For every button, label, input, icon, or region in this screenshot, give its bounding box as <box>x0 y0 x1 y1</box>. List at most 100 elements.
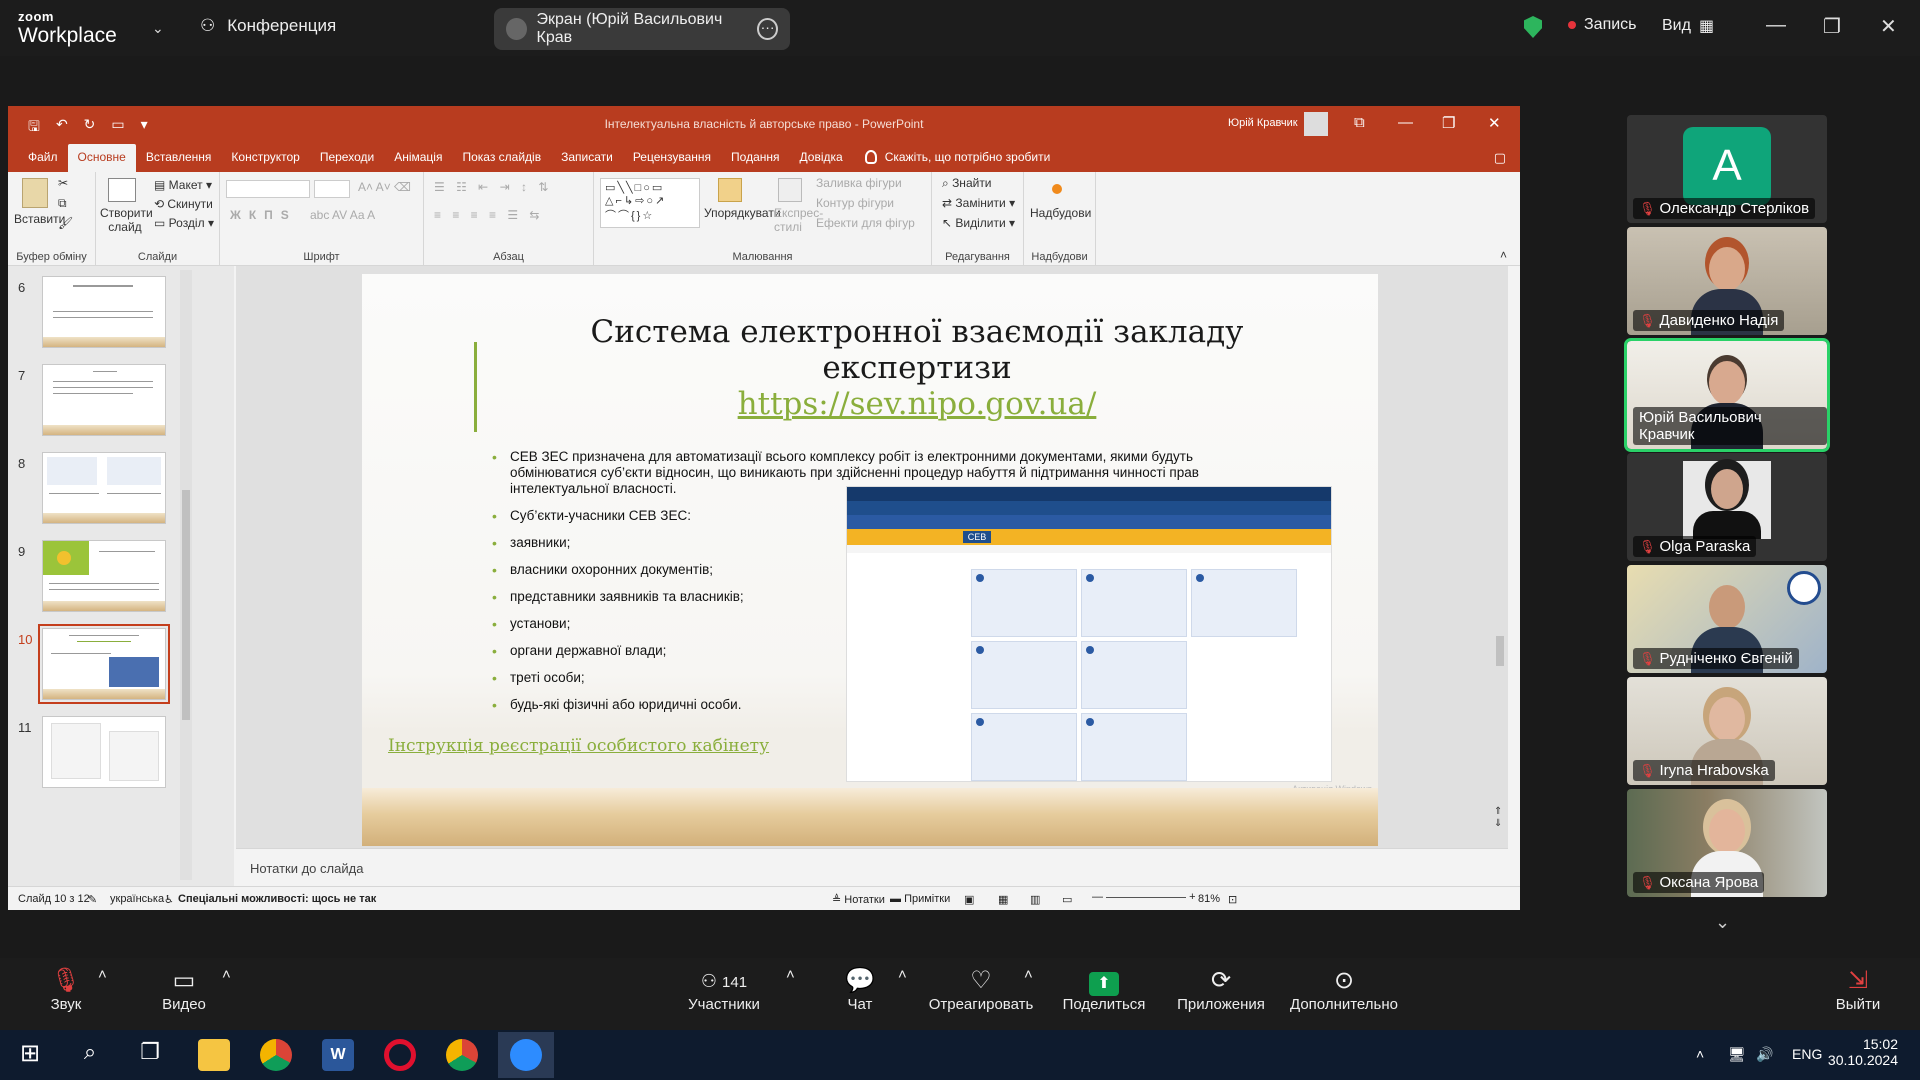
tab-slideshow[interactable]: Показ слайдів <box>452 144 551 172</box>
user-avatar[interactable] <box>1304 112 1328 136</box>
ppt-user-name[interactable]: Юрій Кравчик <box>1228 117 1298 129</box>
tab-home[interactable]: Основне <box>67 144 136 172</box>
chrome-icon[interactable] <box>260 1039 292 1071</box>
mute-audio-button[interactable]: 🎙 Звук <box>44 966 88 1013</box>
minimize-icon[interactable]: — <box>1766 14 1786 37</box>
chat-button[interactable]: 💬 Чат <box>840 966 880 1013</box>
participant-tile[interactable]: 🎙 Оксана Ярова <box>1627 789 1827 897</box>
font-size-combo[interactable] <box>314 180 350 198</box>
slide-thumbnail-6[interactable] <box>42 276 166 348</box>
view-button[interactable]: Вид ▦ <box>1662 16 1714 36</box>
font-extra-icons[interactable]: abc AV Aa A <box>310 208 375 222</box>
tab-record[interactable]: Записати <box>551 144 623 172</box>
notes-toggle-button[interactable]: ≜ Нотатки <box>832 893 885 906</box>
windows-start-icon[interactable]: ⊞ <box>14 1039 46 1071</box>
participant-tile-active-speaker[interactable]: Юрій Васильович Кравчик <box>1624 338 1830 452</box>
instruction-link[interactable]: Інструкція реєстрації особистого кабінет… <box>388 736 769 756</box>
apps-button[interactable]: ⟳ Приложения <box>1174 966 1268 1013</box>
slide-scrollbar[interactable] <box>1494 270 1506 800</box>
slideshow-icon[interactable]: ▭ <box>1062 893 1072 906</box>
task-view-icon[interactable]: ❐ <box>134 1039 166 1071</box>
network-icon[interactable]: 🖥 <box>1728 1046 1746 1063</box>
tab-animations[interactable]: Анімація <box>384 144 452 172</box>
quick-styles-icon[interactable] <box>778 178 802 202</box>
more-options-icon[interactable]: ··· <box>757 18 779 40</box>
addins-button[interactable]: Надбудови <box>1030 206 1091 220</box>
language-indicator[interactable]: українська <box>110 893 164 905</box>
addins-icon[interactable] <box>1052 184 1062 194</box>
slide-thumbnail-8[interactable] <box>42 452 166 524</box>
shape-effects-button[interactable]: Ефекти для фігур <box>816 216 915 230</box>
tab-design[interactable]: Конструктор <box>221 144 309 172</box>
leave-meeting-button[interactable]: ⇲ Выйти <box>1834 966 1882 1013</box>
share-screen-button[interactable]: ⬆ Поделиться <box>1060 966 1148 1013</box>
copy-icon[interactable]: ⧉ <box>58 196 67 211</box>
shape-fill-button[interactable]: Заливка фігури <box>816 176 902 190</box>
reset-button[interactable]: ⟲ Скинути <box>154 197 213 211</box>
chevron-down-icon[interactable]: ⌄ <box>152 20 164 37</box>
ribbon-display-icon[interactable]: ⧉ <box>1354 114 1365 131</box>
comments-toggle-button[interactable]: ▬ Примітки <box>890 893 950 905</box>
zoom-level[interactable]: 81% <box>1198 893 1220 905</box>
quick-styles-button[interactable]: Експрес-стилі <box>774 206 823 234</box>
cut-icon[interactable]: ✂ <box>58 176 68 190</box>
scroll-down-chevron-icon[interactable]: ⌄ <box>1715 912 1730 933</box>
react-options-chevron-icon[interactable]: ˄ <box>1024 966 1033 983</box>
participant-tile[interactable]: 🎙 Olga Paraska <box>1627 453 1827 561</box>
slide-title[interactable]: Система електронної взаємодії закладу ек… <box>492 314 1342 386</box>
list-icons[interactable]: ☰ ☷ ⇤ ⇥ ↕ ⇅ <box>434 180 552 194</box>
slide-scrollbar-thumb[interactable] <box>1496 636 1504 666</box>
paste-icon[interactable] <box>22 178 48 208</box>
more-button[interactable]: ⊙ Дополнительно <box>1284 966 1404 1013</box>
tab-file[interactable]: Файл <box>18 144 68 172</box>
replace-button[interactable]: ⇄ Замінити ▾ <box>942 196 1015 210</box>
input-language-indicator[interactable]: ENG <box>1792 1046 1822 1062</box>
audio-options-chevron-icon[interactable]: ˄ <box>98 966 107 983</box>
embedded-website-screenshot[interactable]: СЕВ <box>846 486 1332 782</box>
react-button[interactable]: ♡ Отреагировать <box>926 966 1036 1013</box>
comments-icon[interactable]: ▢ <box>1494 150 1506 166</box>
participant-tile[interactable]: A 🎙 Олександр Стерліков <box>1627 115 1827 223</box>
chat-options-chevron-icon[interactable]: ˄ <box>898 966 907 983</box>
font-format-icons[interactable]: ЖКПЅ <box>230 208 297 222</box>
notes-pane[interactable]: Нотатки до слайда <box>236 848 1508 886</box>
arrange-icon[interactable] <box>718 178 742 202</box>
file-explorer-icon[interactable] <box>198 1039 230 1071</box>
tell-me-search[interactable]: Скажіть, що потрібно зробити <box>864 150 1050 172</box>
tab-view[interactable]: Подання <box>721 144 789 172</box>
find-button[interactable]: ⌕ Знайти <box>942 176 992 191</box>
ppt-restore-icon[interactable]: ❐ <box>1442 114 1455 132</box>
thumb-scrollbar-thumb[interactable] <box>182 490 190 720</box>
slide-sorter-icon[interactable]: ▦ <box>998 893 1008 906</box>
show-hidden-icons-chevron[interactable]: ˄ <box>1696 1046 1704 1062</box>
normal-view-icon[interactable]: ▣ <box>964 893 974 906</box>
zoom-slider[interactable]: — + <box>1092 891 1196 903</box>
current-slide[interactable]: Система електронної взаємодії закладу ек… <box>362 274 1378 846</box>
close-icon[interactable]: ✕ <box>1880 14 1897 39</box>
collapse-ribbon-icon[interactable]: ˄ <box>1500 248 1507 262</box>
thumb-scrollbar[interactable] <box>180 270 192 880</box>
zoom-taskbar-item-active[interactable] <box>498 1032 554 1078</box>
slide-url-link[interactable]: https://sev.nipo.gov.ua/ <box>492 386 1342 422</box>
clock[interactable]: 15:02 30.10.2024 <box>1828 1036 1898 1068</box>
participant-tile[interactable]: 🎙 Рудніченко Євгеній <box>1627 565 1827 673</box>
video-options-chevron-icon[interactable]: ˄ <box>222 966 231 983</box>
font-name-combo[interactable] <box>226 180 310 198</box>
shapes-gallery[interactable]: ▭╲╲□○▭ △⌐↳⇨○↗ ⌒⌒{}☆ <box>600 178 700 228</box>
font-grow-shrink-icons[interactable]: A˄ A˅ ⌫ <box>358 180 411 194</box>
opera-icon[interactable] <box>384 1039 416 1071</box>
search-icon[interactable]: ⌕ <box>74 1039 106 1071</box>
reading-view-icon[interactable]: ▥ <box>1030 893 1040 906</box>
fit-slide-icon[interactable]: ⊡ <box>1228 893 1237 906</box>
participants-button[interactable]: ⚇ 141 Участники <box>684 966 764 1013</box>
chrome-profile-icon[interactable] <box>446 1039 478 1071</box>
participants-options-chevron-icon[interactable]: ˄ <box>786 966 795 983</box>
shape-outline-button[interactable]: Контур фігури <box>816 196 894 210</box>
word-icon[interactable]: W <box>322 1039 354 1071</box>
align-icons[interactable]: ≡ ≡ ≡ ≡ ☰ ⇆ <box>434 208 544 222</box>
video-button[interactable]: ▭ Видео <box>156 966 212 1013</box>
conference-info-button[interactable]: ⚇ Конференция <box>200 16 336 36</box>
screen-share-indicator[interactable]: Экран (Юрій Васильович Крав ··· <box>494 8 790 50</box>
spellcheck-icon[interactable]: ✎ <box>88 893 97 906</box>
ppt-minimize-icon[interactable]: — <box>1398 114 1413 131</box>
